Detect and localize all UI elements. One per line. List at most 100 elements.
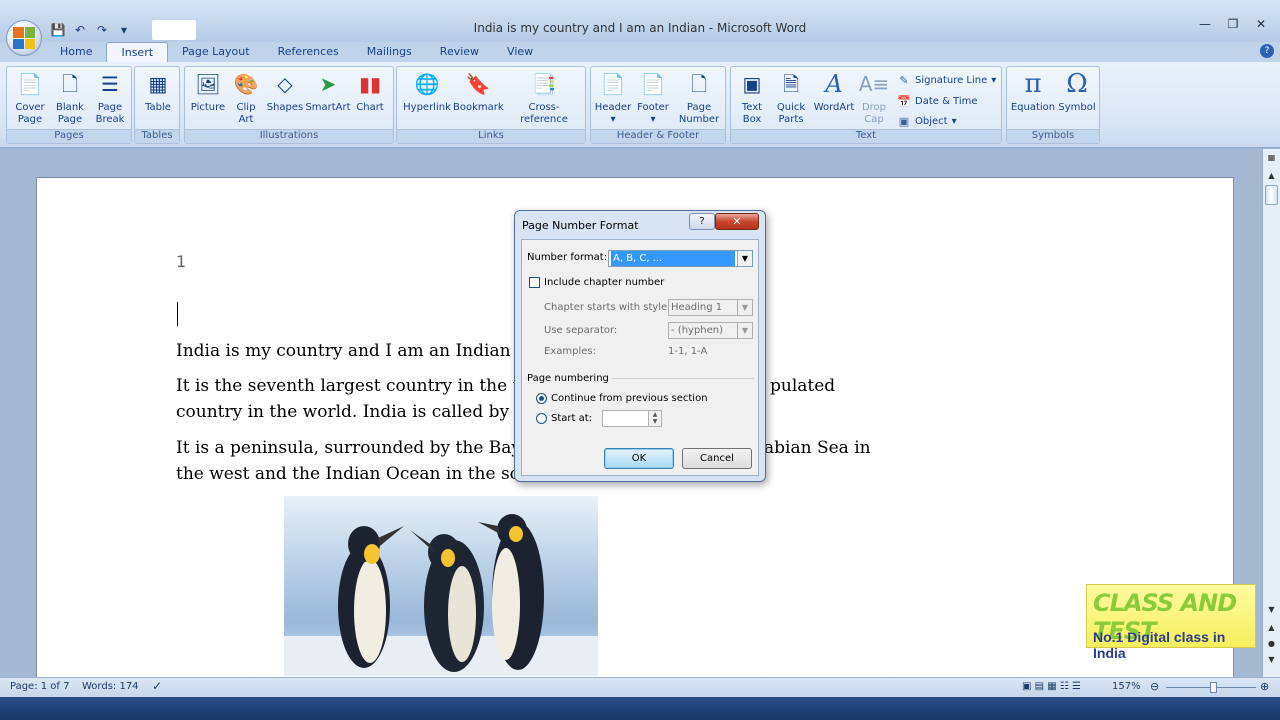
group-label-illustrations: Illustrations — [185, 129, 393, 143]
group-pages: 📄 Cover Page 🗋 Blank Page ☰ Page Break P… — [6, 66, 132, 144]
vertical-scrollbar[interactable]: ▦ ▲ ▼ ▲ ● ▼ — [1262, 149, 1280, 677]
text-box-button[interactable]: ▣ Text Box — [733, 69, 771, 126]
chevron-down-icon[interactable]: ▼ — [737, 251, 752, 266]
previous-page-icon[interactable]: ▲ — [1266, 623, 1277, 633]
zoom-slider-thumb[interactable] — [1210, 682, 1217, 693]
paragraph-3-line-1-end[interactable]: abian Sea in — [764, 435, 871, 461]
group-label-symbols: Symbols — [1007, 129, 1099, 143]
channel-watermark-logo: CLASS AND TEST No.1 Digital class in Ind… — [1086, 584, 1256, 661]
tab-home[interactable]: Home — [46, 42, 106, 62]
chart-button[interactable]: ▮▮ Chart — [351, 69, 389, 114]
shapes-icon: ◇ — [277, 72, 293, 96]
scroll-up-icon[interactable]: ▲ — [1266, 171, 1277, 181]
paragraph-3-line-2[interactable]: the west and the Indian Ocean in the so — [176, 461, 520, 487]
tab-mailings[interactable]: Mailings — [353, 42, 426, 62]
separator-label: Use separator: — [544, 325, 618, 336]
penguins-image[interactable] — [284, 496, 598, 676]
ruler-toggle-icon[interactable]: ▦ — [1266, 153, 1277, 163]
signature-line-button[interactable]: ✎ Signature Line ▾ — [897, 73, 996, 87]
title-bar: 💾 ↶ ↷ ▾ India is my country and I am an … — [0, 0, 1280, 42]
chapter-style-select[interactable]: Heading 1 ▼ — [668, 299, 753, 316]
table-button[interactable]: ▦ Table — [139, 69, 177, 114]
scroll-thumb[interactable] — [1265, 185, 1278, 205]
group-tables: ▦ Table Tables — [134, 66, 180, 144]
clip-art-button[interactable]: 🎨 Clip Art — [229, 69, 263, 126]
quick-parts-button[interactable]: 🗎 Quick Parts — [771, 69, 811, 126]
page-number-button[interactable]: 🗋 Page Number — [675, 69, 723, 126]
paragraph-2-line-1-end[interactable]: pulated — [770, 373, 835, 399]
paragraph-2-line-2[interactable]: country in the world. India is called by — [176, 399, 509, 425]
cross-reference-button[interactable]: 📑 Cross-reference — [505, 69, 583, 126]
chevron-down-icon[interactable]: ▼ — [737, 300, 752, 315]
smartart-button[interactable]: ➤ SmartArt — [305, 69, 351, 114]
tab-references[interactable]: References — [264, 42, 353, 62]
quick-parts-icon: 🗎 — [782, 72, 800, 96]
zoom-in-icon[interactable]: ⊕ — [1260, 680, 1269, 693]
start-at-radio[interactable] — [536, 413, 547, 424]
help-icon[interactable]: ? — [1260, 44, 1274, 58]
zoom-level[interactable]: 157% — [1112, 681, 1141, 692]
group-label-tables: Tables — [135, 129, 179, 143]
date-time-button[interactable]: 📅 Date & Time — [897, 94, 977, 108]
header-icon: 📄 — [600, 72, 626, 96]
zoom-out-icon[interactable]: ⊖ — [1150, 680, 1159, 693]
bookmark-icon: 🔖 — [465, 72, 491, 96]
blank-page-button[interactable]: 🗋 Blank Page — [51, 69, 89, 126]
select-browse-object-icon[interactable]: ● — [1266, 639, 1277, 649]
ribbon: 📄 Cover Page 🗋 Blank Page ☰ Page Break P… — [0, 62, 1280, 148]
bookmark-button[interactable]: 🔖 Bookmark — [453, 69, 504, 114]
object-button[interactable]: ▣ Object ▾ — [897, 114, 957, 128]
hyperlink-icon: 🌐 — [414, 72, 440, 96]
table-icon: ▦ — [148, 72, 168, 96]
header-button[interactable]: 📄 Header ▾ — [593, 69, 633, 126]
tab-review[interactable]: Review — [426, 42, 493, 62]
chevron-down-icon[interactable]: ▼ — [737, 323, 752, 338]
cancel-button[interactable]: Cancel — [682, 448, 752, 469]
restore-icon[interactable]: ❐ — [1220, 15, 1246, 33]
symbol-button[interactable]: Ω Symbol — [1057, 69, 1097, 114]
tab-view[interactable]: View — [493, 42, 547, 62]
wordart-button[interactable]: A WordArt — [811, 69, 857, 114]
paragraph-3-line-1[interactable]: It is a peninsula, surrounded by the Bay — [176, 435, 521, 461]
signature-icon: ✎ — [899, 73, 909, 87]
next-page-icon[interactable]: ▼ — [1266, 655, 1277, 665]
shapes-button[interactable]: ◇ Shapes — [265, 69, 305, 114]
paragraph-2-line-1[interactable]: It is the seventh largest country in the… — [176, 373, 527, 399]
ok-button[interactable]: OK — [604, 448, 674, 469]
spinner-arrows-icon[interactable]: ▲ ▼ — [648, 411, 661, 426]
hyperlink-button[interactable]: 🌐 Hyperlink — [401, 69, 453, 114]
paragraph-1[interactable]: India is my country and I am an Indian — [176, 338, 511, 364]
drop-cap-icon: A≡ — [858, 72, 890, 96]
smartart-icon: ➤ — [319, 72, 337, 96]
start-at-input[interactable]: ▲ ▼ — [602, 410, 662, 427]
separator-select[interactable]: - (hyphen) ▼ — [668, 322, 753, 339]
include-chapter-checkbox[interactable] — [529, 277, 540, 288]
cover-page-icon: 📄 — [17, 72, 43, 96]
page-count-status[interactable]: Page: 1 of 7 — [10, 681, 69, 692]
picture-button[interactable]: 🖼 Picture — [189, 69, 227, 114]
number-format-select[interactable]: A, B, C, ... ▼ — [608, 250, 753, 267]
dialog-help-button[interactable]: ? — [689, 213, 715, 230]
scroll-down-icon[interactable]: ▼ — [1266, 605, 1277, 615]
cover-page-button[interactable]: 📄 Cover Page — [11, 69, 49, 126]
close-icon[interactable]: ✕ — [1248, 15, 1274, 33]
footer-button[interactable]: 📄 Footer ▾ — [633, 69, 673, 126]
tab-insert[interactable]: Insert — [106, 42, 169, 62]
calendar-icon: 📅 — [897, 94, 911, 108]
dialog-body: Number format: A, B, C, ... ▼ Include ch… — [521, 239, 759, 476]
minimize-icon[interactable]: — — [1192, 15, 1218, 33]
proofing-icon[interactable]: ✓ — [152, 679, 162, 693]
page-number-icon: 🗋 — [690, 72, 708, 96]
continue-radio[interactable] — [536, 393, 547, 404]
group-links: 🌐 Hyperlink 🔖 Bookmark 📑 Cross-reference… — [396, 66, 586, 144]
penguins-illustration — [284, 514, 598, 676]
drop-cap-button[interactable]: A≡ Drop Cap — [857, 69, 891, 126]
tab-page-layout[interactable]: Page Layout — [168, 42, 264, 62]
dialog-close-button[interactable]: ✕ — [715, 213, 759, 230]
view-mode-icons[interactable]: ▣ ▤ ▦ ☷ ☰ — [1022, 681, 1081, 692]
office-button[interactable] — [6, 20, 42, 56]
footer-icon: 📄 — [640, 72, 666, 96]
equation-button[interactable]: π Equation — [1009, 69, 1057, 114]
word-count-status[interactable]: Words: 174 — [82, 681, 139, 692]
page-break-button[interactable]: ☰ Page Break — [91, 69, 129, 126]
